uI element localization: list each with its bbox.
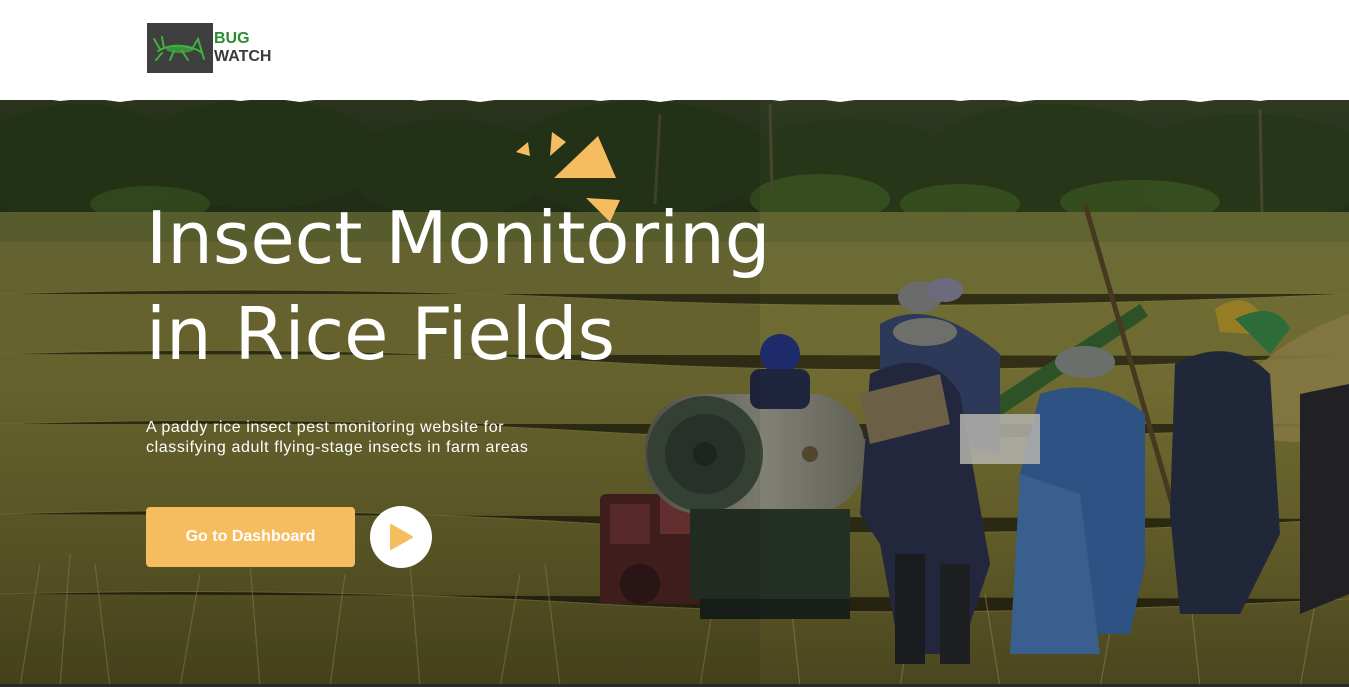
hero-subtitle: A paddy rice insect pest monitoring webs… xyxy=(146,418,666,458)
logo-text-bug: BUG xyxy=(214,30,250,47)
hero-title: Insect Monitoring in Rice Fields xyxy=(146,190,770,382)
grasshopper-icon xyxy=(147,23,213,73)
hero-background xyxy=(0,94,1349,687)
logo[interactable]: BUG WATCH xyxy=(147,23,271,73)
hero-subtitle-line2: classifying adult flying-stage insects i… xyxy=(146,439,529,456)
logo-text: BUG WATCH xyxy=(214,30,271,66)
hero-subtitle-line1: A paddy rice insect pest monitoring webs… xyxy=(146,419,505,436)
hero-title-line1: Insect Monitoring xyxy=(146,196,771,280)
play-icon xyxy=(390,524,413,550)
logo-text-watch: WATCH xyxy=(214,48,272,65)
site-header: BUG WATCH xyxy=(0,0,1349,100)
rice-field-photo xyxy=(0,94,1349,687)
hero-title-line2: in Rice Fields xyxy=(146,292,616,376)
go-to-dashboard-button[interactable]: Go to Dashboard xyxy=(146,507,355,567)
play-video-button[interactable] xyxy=(370,506,432,568)
